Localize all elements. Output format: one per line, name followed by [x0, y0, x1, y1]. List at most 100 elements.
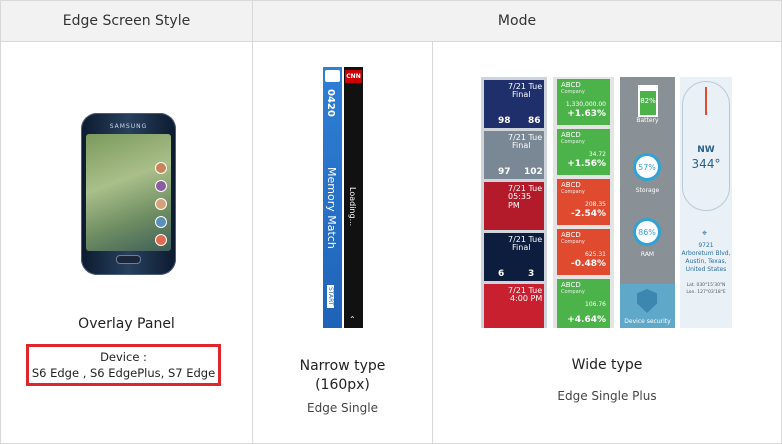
strip-time: 0420 [325, 89, 336, 117]
device-monitor-panel: 82% Battery 57% Storage 86% RAM Device s… [620, 77, 675, 328]
game-status: 4:00 PM [510, 294, 543, 303]
stock-company: Company [561, 139, 585, 145]
compass-panel: NW 344° ⌖ 9721 Arboretum Blvd, Austin, T… [680, 77, 732, 328]
phone-brand: SAMSUNG [109, 123, 148, 130]
overlay-panel-caption: Overlay Panel [78, 316, 175, 332]
address-line: Austin, Texas, [685, 258, 727, 265]
mode-divider [432, 41, 433, 444]
stock-name: ABCD [561, 81, 581, 89]
security-tile: Device security [620, 284, 675, 328]
shield-icon [637, 289, 657, 313]
strip-title: Memory Match [325, 167, 338, 249]
location-address: 9721 Arboretum Blvd, Austin, Texas, Unit… [680, 242, 732, 274]
latitude: Lat. 030°15'30"N [686, 283, 726, 288]
stock-change: -2.54% [571, 209, 606, 219]
battery-icon: 82% [638, 85, 658, 117]
game-score-left: 98 [498, 116, 511, 126]
stock-company: Company [561, 289, 585, 295]
stock-price: 106.76 [585, 301, 606, 308]
stock-company: Company [561, 189, 585, 195]
start-button[interactable]: START [327, 285, 334, 308]
game-score-right: 3 [528, 269, 535, 279]
header-mode: Mode [253, 1, 781, 41]
comparison-table: Edge Screen Style Mode SAMSUNG Overlay P… [0, 0, 782, 444]
stock-tile: ABCD Company 1,330,000.00 +1.63% [557, 79, 610, 125]
longitude: Lon. 127°03'18"E [686, 290, 726, 295]
stock-tile: ABCD Company 34.72 +1.56% [557, 129, 610, 175]
narrow-type-caption: Narrow type [299, 358, 386, 374]
stock-name: ABCD [561, 281, 581, 289]
battery-percent: 82% [640, 97, 656, 105]
wide-type-sub: Edge Single Plus [557, 389, 657, 403]
phone-image: SAMSUNG [81, 113, 176, 275]
game-tile: 7/21 Tue Final 98 86 [484, 80, 544, 128]
stock-price: 34.72 [588, 151, 606, 158]
stock-tile: ABCD Company 625.31 -0.48% [557, 229, 610, 275]
game-tile: 7/21 Tue 05:35 PM [484, 182, 544, 230]
stock-tile: ABCD Company 106.76 +4.64% [557, 279, 610, 328]
address-line: United States [685, 266, 727, 273]
stock-change: +1.56% [567, 159, 606, 169]
game-score-left: 6 [498, 269, 505, 279]
narrow-strip-cnn: CNN Loading... ⌃ [344, 67, 363, 328]
contact-avatar [155, 180, 167, 192]
game-score-right: 102 [524, 167, 543, 177]
narrow-strip-memory-match: 0420 Memory Match START [323, 67, 342, 328]
game-status: Final [512, 243, 531, 252]
header-edge-screen-style: Edge Screen Style [1, 1, 252, 41]
strip-loading-text: Loading... [348, 187, 357, 227]
location-pin-icon: ⌖ [702, 229, 708, 239]
stock-price: 625.31 [585, 251, 606, 258]
location-code: 9721 [698, 242, 714, 249]
game-score-left: 97 [498, 167, 511, 177]
stock-change: -0.48% [571, 259, 606, 269]
game-tile: 7/21 Tue Final 97 102 [484, 131, 544, 179]
compass-direction: NW [697, 145, 715, 155]
header-divider [0, 41, 782, 42]
ram-label: RAM [640, 251, 655, 258]
stock-name: ABCD [561, 131, 581, 139]
stock-company: Company [561, 89, 585, 95]
phone-screen [86, 134, 171, 251]
contact-avatar [155, 216, 167, 228]
game-tile: 7/21 Tue 4:00 PM [484, 284, 544, 328]
chevron-up-icon: ⌃ [349, 315, 356, 324]
home-button-icon [117, 256, 140, 263]
narrow-type-sub: Edge Single [307, 401, 378, 415]
stock-change: +1.63% [567, 109, 606, 119]
compass-degrees: 344° [691, 157, 721, 171]
game-tile: 7/21 Tue Final 6 3 [484, 233, 544, 281]
security-label: Device security [624, 318, 671, 325]
narrow-type-size: (160px) [315, 377, 370, 393]
stocks-panel: ABCD Company 1,330,000.00 +1.63% ABCD Co… [553, 77, 614, 328]
ram-gauge: 86% [633, 218, 661, 246]
storage-label: Storage [635, 187, 660, 194]
contact-avatar [155, 198, 167, 210]
stock-tile: ABCD Company 208.35 -2.54% [557, 179, 610, 225]
stock-company: Company [561, 239, 585, 245]
app-icon [325, 70, 340, 82]
device-label: Device : [100, 350, 147, 364]
stock-name: ABCD [561, 231, 581, 239]
coordinates: Lat. 030°15'30"N Lon. 127°03'18"E [680, 282, 732, 296]
cnn-logo: CNN [345, 70, 362, 83]
device-list: S6 Edge , S6 EdgePlus, S7 Edge [31, 366, 216, 380]
stock-price: 208.35 [585, 201, 606, 208]
battery-label: Battery [636, 117, 659, 124]
contact-avatar [155, 162, 167, 174]
device-compatibility-box: Device : S6 Edge , S6 EdgePlus, S7 Edge [26, 344, 221, 386]
stock-name: ABCD [561, 181, 581, 189]
stock-change: +4.64% [567, 315, 606, 325]
game-score-right: 86 [528, 116, 541, 126]
sports-panel: 7/21 Tue Final 98 86 7/21 Tue Final 97 1… [481, 77, 547, 328]
address-line: Arboretum Blvd, [681, 250, 731, 257]
game-status: 05:35 PM [508, 192, 532, 210]
game-status: Final [512, 141, 531, 150]
contact-avatar [155, 234, 167, 246]
game-status: Final [512, 90, 531, 99]
storage-gauge: 57% [633, 153, 661, 181]
wide-type-caption: Wide type [571, 357, 643, 373]
table-border-left [0, 0, 1, 444]
stock-price: 1,330,000.00 [565, 101, 606, 108]
compass-needle-icon [705, 87, 707, 115]
